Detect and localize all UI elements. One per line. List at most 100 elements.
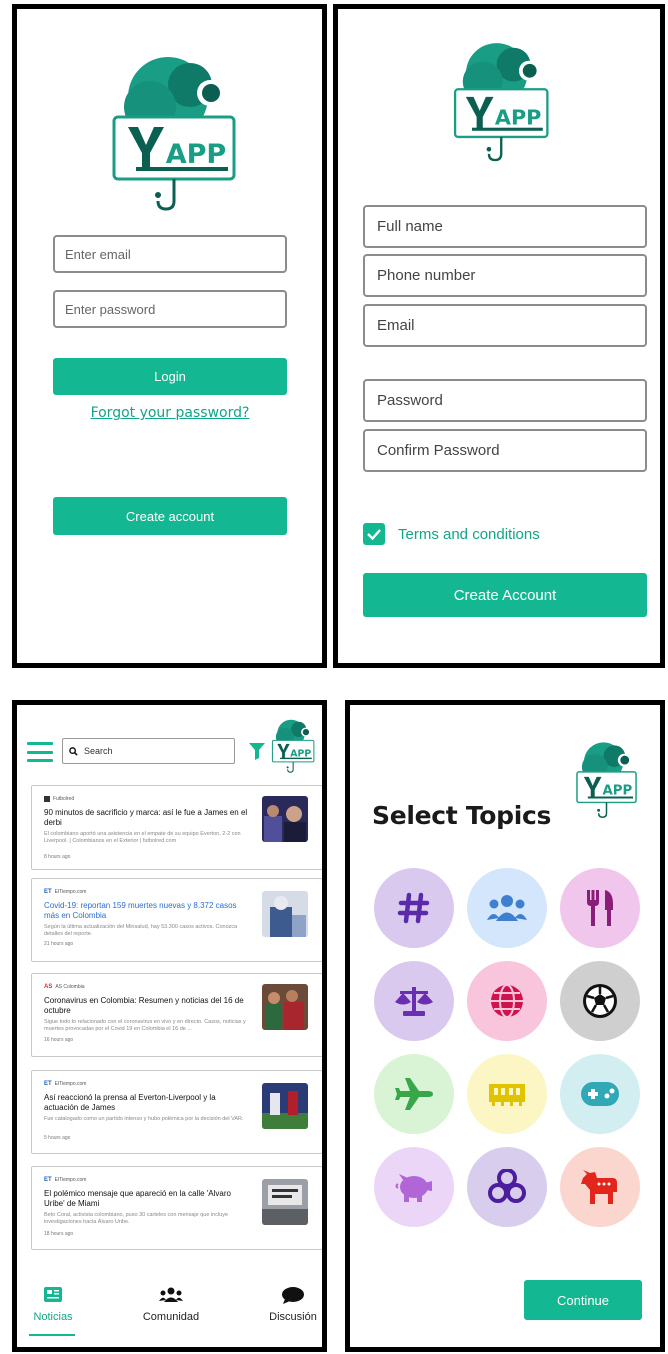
terms-link[interactable]: Terms and conditions (398, 526, 540, 543)
topic-culture[interactable] (467, 1054, 547, 1134)
topic-world[interactable] (467, 961, 547, 1041)
news-title: Así reaccionó la prensa al Everton-Liver… (44, 1093, 216, 1112)
email-field[interactable]: Enter email (53, 235, 287, 273)
page-title: Select Topics (372, 801, 552, 830)
search-placeholder: Search (84, 746, 113, 756)
newspaper-icon (44, 1287, 62, 1302)
news-time: 8 hours ago (44, 854, 71, 860)
news-source: ET ElTiempo.com (44, 1177, 87, 1183)
news-description: Beto Coral, activista colombiano, puso 3… (44, 1212, 229, 1225)
nav-discusion[interactable]: Discusión (263, 1287, 322, 1323)
full-name-placeholder: Full name (377, 218, 443, 235)
nav-noticias-label: Noticias (33, 1311, 73, 1323)
news-card[interactable]: ET ElTiempo.com Así reaccionó la prensa a… (31, 1070, 322, 1154)
topic-games[interactable] (560, 1054, 640, 1134)
search-icon (69, 746, 78, 756)
news-time: 16 hours ago (44, 1037, 74, 1043)
password-placeholder: Password (377, 392, 443, 409)
news-card[interactable]: ET ElTiempo.com Covid-19: reportan 159 mu… (31, 878, 322, 962)
full-name-field[interactable]: Full name (363, 205, 647, 248)
password-field[interactable]: Password (363, 379, 647, 422)
confirm-password-field[interactable]: Confirm Password (363, 429, 647, 472)
topic-community[interactable] (467, 868, 547, 948)
news-source: ET ElTiempo.com (44, 889, 87, 895)
login-button[interactable]: Login (53, 358, 287, 395)
hashtag-icon (397, 892, 430, 924)
news-title: Covid-19: reportan 159 muertes nuevas y … (44, 901, 237, 920)
topic-food[interactable] (560, 868, 640, 948)
utensils-icon (587, 890, 613, 926)
terms-checkbox[interactable] (363, 523, 385, 545)
soccer-ball-icon (583, 984, 617, 1018)
news-thumbnail (262, 1179, 308, 1225)
phone-number-placeholder: Phone number (377, 267, 476, 284)
phone-number-field[interactable]: Phone number (363, 254, 647, 297)
biohazard-icon (488, 1169, 526, 1203)
news-description: Fue catalogado como un partido intenso y… (44, 1116, 244, 1122)
nav-comunidad[interactable]: Comunidad (133, 1287, 209, 1323)
email-placeholder: Email (377, 317, 415, 334)
gamepad-icon (581, 1082, 619, 1106)
topic-sports[interactable] (560, 961, 640, 1041)
topic-justice[interactable] (374, 961, 454, 1041)
news-title: El polémico mensaje que apareció en la c… (44, 1189, 231, 1208)
register-screen: Full name Phone number Email Password Co… (333, 4, 665, 668)
users-icon (159, 1287, 183, 1302)
news-thumbnail (262, 796, 308, 842)
email-placeholder: Enter email (65, 246, 131, 262)
airplane-icon (395, 1078, 433, 1110)
create-account-button[interactable]: Create Account (363, 573, 647, 617)
piggy-bank-icon (395, 1174, 432, 1202)
news-screen: Search Futbolred 90 minutos de sacrifici… (12, 700, 327, 1352)
news-card[interactable]: ET ElTiempo.com El polémico mensaje que a… (31, 1166, 322, 1250)
news-description: Sigue todo lo relacionado con el coronav… (44, 1019, 246, 1032)
topic-health[interactable] (467, 1147, 547, 1227)
news-source: AS AS Colombia (44, 984, 85, 990)
news-time: 5 hours ago (44, 1135, 71, 1141)
news-source: Futbolred (44, 796, 74, 802)
login-screen: Enter email Enter password Login Forgot … (12, 4, 327, 668)
topic-politics[interactable] (560, 1147, 640, 1227)
news-thumbnail (262, 1083, 308, 1129)
active-tab-indicator (29, 1334, 75, 1336)
create-account-label: Create Account (453, 586, 557, 604)
news-description: El colombiano aportó una asistencia en e… (44, 831, 241, 844)
scale-icon (395, 987, 433, 1016)
users-icon (487, 895, 527, 921)
search-input[interactable]: Search (62, 738, 235, 764)
news-thumbnail (262, 891, 308, 937)
create-account-button[interactable]: Create account (53, 497, 287, 535)
login-button-label: Login (154, 369, 186, 384)
news-description: Según la última actualización del Minsal… (44, 924, 238, 937)
nav-comunidad-label: Comunidad (142, 1311, 200, 1323)
news-title: 90 minutos de sacrificio y marca: así le… (44, 808, 248, 827)
news-thumbnail (262, 984, 308, 1030)
donkey-icon (581, 1170, 617, 1204)
topic-travel[interactable] (374, 1054, 454, 1134)
email-field[interactable]: Email (363, 304, 647, 347)
globe-icon (491, 984, 523, 1018)
news-time: 21 hours ago (44, 941, 74, 947)
forgot-password-link[interactable]: Forgot your password? (53, 405, 287, 421)
yapp-logo (575, 741, 639, 823)
news-card[interactable]: AS AS Colombia Coronavirus en Colombia: R… (31, 973, 322, 1057)
nav-noticias[interactable]: Noticias (29, 1287, 77, 1323)
yapp-logo (452, 41, 552, 169)
yapp-logo (271, 719, 316, 776)
news-card[interactable]: Futbolred 90 minutos de sacrificio y mar… (31, 785, 322, 870)
menu-icon[interactable] (27, 742, 53, 762)
filter-icon[interactable] (249, 743, 265, 760)
continue-label: Continue (556, 1292, 610, 1308)
topic-finance[interactable] (374, 1147, 454, 1227)
news-time: 18 hours ago (44, 1231, 74, 1237)
news-title: Coronavirus en Colombia: Resumen y notic… (44, 996, 244, 1015)
yapp-logo (110, 55, 240, 220)
topic-hashtag[interactable] (374, 868, 454, 948)
continue-button[interactable]: Continue (524, 1280, 642, 1320)
chat-bubble-icon (282, 1287, 304, 1304)
news-source: ET ElTiempo.com (44, 1081, 87, 1087)
create-account-label: Create account (125, 508, 215, 524)
checkmark-icon (367, 529, 381, 541)
topics-screen: Select Topics Continue (345, 700, 665, 1352)
password-field[interactable]: Enter password (53, 290, 287, 328)
